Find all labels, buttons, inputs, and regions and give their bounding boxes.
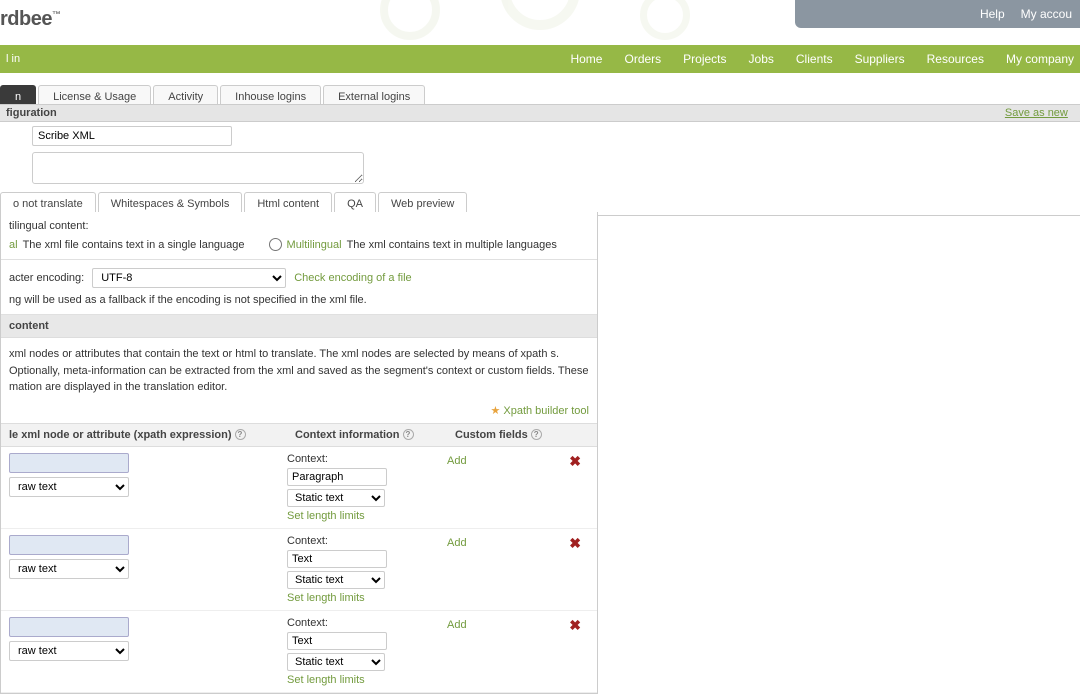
raw-text-select[interactable]: raw text xyxy=(9,641,129,661)
set-length-limits-link[interactable]: Set length limits xyxy=(287,510,447,522)
context-value-input[interactable] xyxy=(287,632,387,650)
nav-clients[interactable]: Clients xyxy=(796,52,833,66)
nav-my-company[interactable]: My company xyxy=(1006,52,1074,66)
content-description: xml nodes or attributes that contain the… xyxy=(1,338,597,404)
page-title: figuration xyxy=(6,107,57,119)
top-bar: Help My accou xyxy=(795,0,1080,28)
multilingual-desc: The xml contains text in multiple langua… xyxy=(347,239,557,251)
multilingual-section: tilingual content: al The xml file conta… xyxy=(1,212,597,260)
context-label: Context: xyxy=(287,453,447,465)
nav-orders[interactable]: Orders xyxy=(624,52,661,66)
add-custom-field-link[interactable]: Add xyxy=(447,619,467,631)
monolingual-desc: The xml file contains text in a single l… xyxy=(23,239,245,251)
col-xpath-header: le xml node or attribute (xpath expressi… xyxy=(1,424,287,446)
content-row: raw text Context: Static text Set length li… xyxy=(1,611,597,693)
monolingual-radio-label: al xyxy=(9,239,18,251)
context-type-select[interactable]: Static text xyxy=(287,571,385,589)
nav-resources[interactable]: Resources xyxy=(927,52,984,66)
remove-row-icon[interactable]: ✖ xyxy=(569,617,581,634)
config-panel: tilingual content: al The xml file conta… xyxy=(0,212,598,694)
encoding-select[interactable]: UTF-8 xyxy=(92,268,286,288)
xpath-node-input[interactable] xyxy=(9,617,129,637)
context-value-input[interactable] xyxy=(287,468,387,486)
my-account-link[interactable]: My accou xyxy=(1021,7,1072,21)
multilingual-radio[interactable] xyxy=(269,238,282,251)
config-description-textarea[interactable] xyxy=(32,152,364,184)
content-section-header: content xyxy=(1,315,597,338)
help-icon[interactable]: ? xyxy=(235,429,246,440)
context-label: Context: xyxy=(287,617,447,629)
remove-row-icon[interactable]: ✖ xyxy=(569,453,581,470)
col-custom-fields-header: Custom fields ? xyxy=(447,424,597,446)
encoding-label: acter encoding: xyxy=(9,272,84,284)
col-context-header: Context information ? xyxy=(287,424,447,446)
remove-row-icon[interactable]: ✖ xyxy=(569,535,581,552)
xpath-node-input[interactable] xyxy=(9,535,129,555)
xpath-node-input[interactable] xyxy=(9,453,129,473)
context-label: Context: xyxy=(287,535,447,547)
content-row: raw text Context: Static text Set length li… xyxy=(1,447,597,529)
multilingual-radio-label: Multilingual xyxy=(287,239,342,251)
content-row: raw text Context: Static text Set length li… xyxy=(1,529,597,611)
nav-projects[interactable]: Projects xyxy=(683,52,726,66)
content-table-header: le xml node or attribute (xpath expressi… xyxy=(1,423,597,447)
nav-suppliers[interactable]: Suppliers xyxy=(855,52,905,66)
logo: rdbee™ xyxy=(0,8,60,31)
nav-left-text: l in xyxy=(6,53,20,65)
check-encoding-link[interactable]: Check encoding of a file xyxy=(294,272,411,284)
xpath-builder-link[interactable]: Xpath builder tool xyxy=(503,405,589,417)
raw-text-select[interactable]: raw text xyxy=(9,477,129,497)
context-type-select[interactable]: Static text xyxy=(287,653,385,671)
help-link[interactable]: Help xyxy=(980,7,1005,21)
multilingual-title: tilingual content: xyxy=(9,220,589,232)
context-type-select[interactable]: Static text xyxy=(287,489,385,507)
encoding-section: acter encoding: UTF-8 Check encoding of … xyxy=(1,260,597,315)
raw-text-select[interactable]: raw text xyxy=(9,559,129,579)
add-custom-field-link[interactable]: Add xyxy=(447,455,467,467)
nav-home[interactable]: Home xyxy=(570,52,602,66)
encoding-note: ng will be used as a fallback if the enc… xyxy=(9,294,589,306)
config-form xyxy=(32,126,364,184)
help-icon[interactable]: ? xyxy=(531,429,542,440)
page-header-bar: figuration Save as new xyxy=(0,104,1080,122)
context-value-input[interactable] xyxy=(287,550,387,568)
star-icon: ★ xyxy=(490,405,500,417)
add-custom-field-link[interactable]: Add xyxy=(447,537,467,549)
save-as-new-link[interactable]: Save as new xyxy=(1005,107,1068,119)
set-length-limits-link[interactable]: Set length limits xyxy=(287,674,447,686)
main-nav: l in Home Orders Projects Jobs Clients S… xyxy=(0,45,1080,73)
nav-jobs[interactable]: Jobs xyxy=(749,52,774,66)
xpath-tool-row: ★ Xpath builder tool xyxy=(1,404,597,423)
background-decoration xyxy=(380,0,760,50)
set-length-limits-link[interactable]: Set length limits xyxy=(287,592,447,604)
config-name-input[interactable] xyxy=(32,126,232,146)
help-icon[interactable]: ? xyxy=(403,429,414,440)
